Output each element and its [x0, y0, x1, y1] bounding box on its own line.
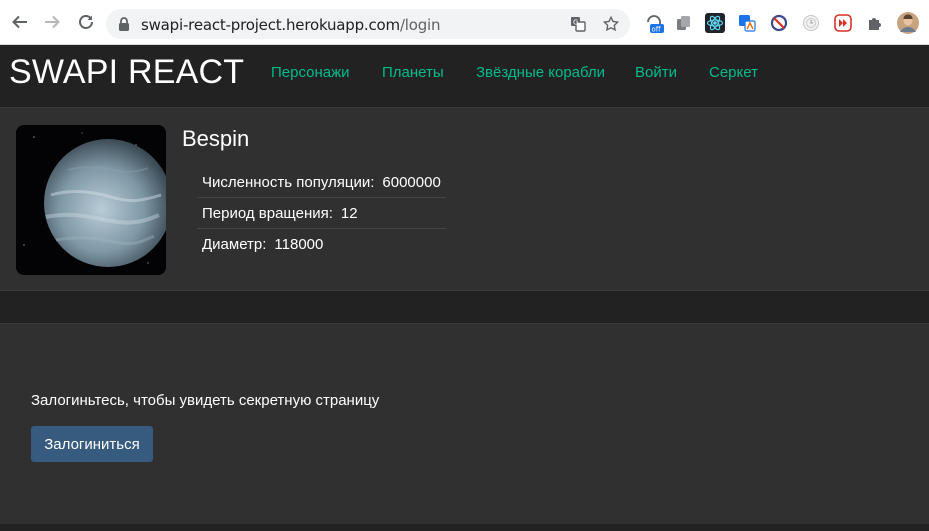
- reload-icon: [79, 15, 93, 29]
- property-label: Период вращения:: [202, 204, 333, 222]
- planet-name: Bespin: [182, 126, 250, 151]
- login-button[interactable]: Залогиниться: [31, 426, 153, 462]
- planet-properties-list: Численность популяции: 6000000 Период вр…: [197, 167, 446, 260]
- arrow-left-icon: [12, 15, 27, 29]
- forward-button[interactable]: [40, 10, 64, 34]
- extension-off-icon[interactable]: off: [644, 13, 664, 34]
- address-bar[interactable]: swapi-react-project.herokuapp.com/login …: [106, 9, 630, 39]
- list-item: Диаметр: 118000: [197, 229, 446, 260]
- random-planet-card: Bespin Численность популяции: 6000000 Пе…: [0, 107, 929, 291]
- login-message: Залогиньтесь, чтобы увидеть секретную ст…: [31, 392, 380, 409]
- list-item: Численность популяции: 6000000: [197, 167, 446, 198]
- browser-toolbar: swapi-react-project.herokuapp.com/login …: [0, 0, 929, 45]
- nav-link-planets[interactable]: Планеты: [382, 64, 444, 81]
- timer-extension-icon[interactable]: [801, 13, 821, 33]
- react-devtools-icon[interactable]: [705, 13, 725, 33]
- svg-text:G: G: [573, 19, 578, 27]
- profile-avatar[interactable]: [897, 12, 919, 34]
- property-label: Численность популяции:: [202, 173, 375, 191]
- reload-button[interactable]: [74, 10, 98, 34]
- nav-link-starships[interactable]: Звёздные корабли: [476, 64, 605, 81]
- back-button[interactable]: [8, 10, 32, 34]
- url-text: swapi-react-project.herokuapp.com/login: [141, 16, 441, 34]
- property-value: 118000: [274, 236, 324, 253]
- login-panel: Залогиньтесь, чтобы увидеть секретную ст…: [0, 323, 929, 524]
- list-item: Период вращения: 12: [197, 198, 446, 229]
- nav-link-login[interactable]: Войти: [635, 64, 677, 81]
- app-navbar: SWAPI REACT Персонажи Планеты Звёздные к…: [0, 45, 929, 107]
- bookmark-star-icon[interactable]: [602, 15, 620, 33]
- brand-logo[interactable]: SWAPI REACT: [9, 53, 244, 92]
- svg-text:off: off: [652, 26, 661, 34]
- property-value: 12: [340, 204, 358, 222]
- puzzle-extensions-icon[interactable]: [865, 13, 885, 33]
- fast-forward-extension-icon[interactable]: [833, 13, 853, 33]
- lock-icon: [119, 17, 129, 31]
- block-extension-icon[interactable]: [769, 13, 789, 33]
- arrow-right-icon: [45, 15, 60, 29]
- extension-copy-icon[interactable]: [674, 13, 694, 33]
- nav-link-characters[interactable]: Персонажи: [271, 64, 350, 81]
- translate-icon[interactable]: G: [570, 16, 586, 32]
- translator-extension-icon[interactable]: [737, 13, 757, 33]
- property-label: Диаметр:: [202, 236, 267, 253]
- planet-image: [16, 125, 166, 275]
- property-value: 6000000: [382, 173, 441, 191]
- nav-link-secret[interactable]: Серкет: [709, 64, 758, 81]
